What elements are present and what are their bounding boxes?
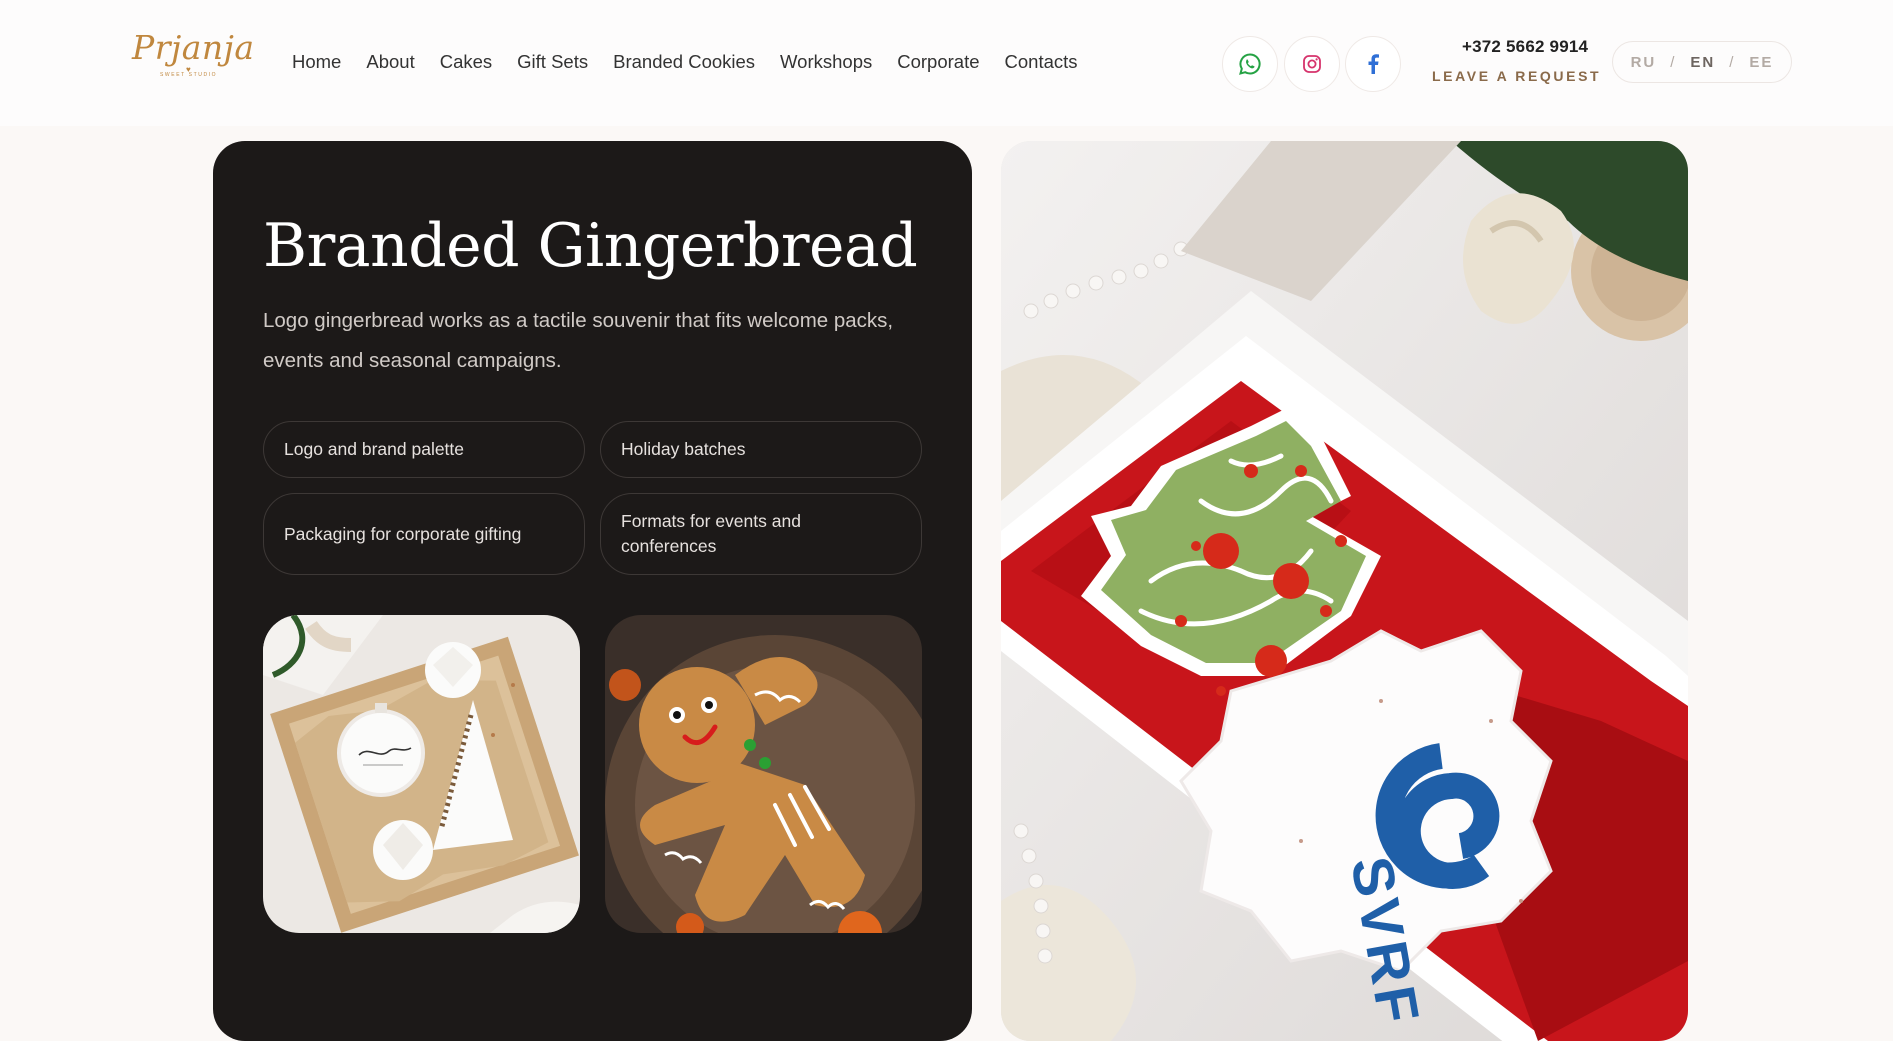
leave-request-link[interactable]: LEAVE A REQUEST: [1432, 68, 1601, 84]
feature-label: Packaging for corporate gifting: [284, 523, 522, 544]
main-nav: Home About Cakes Gift Sets Branded Cooki…: [292, 50, 1078, 74]
whatsapp-icon: [1239, 53, 1261, 75]
lang-separator: /: [1670, 53, 1677, 71]
logo-tagline: Sweet Studio: [160, 72, 218, 78]
lang-ru[interactable]: RU: [1631, 54, 1657, 71]
nav-cakes[interactable]: Cakes: [440, 50, 492, 74]
feature-pill: Packaging for corporate gifting: [263, 493, 585, 575]
info-card: Branded Gingerbread Logo gingerbread wor…: [213, 141, 972, 1041]
lang-ee[interactable]: EE: [1749, 54, 1773, 71]
nav-corporate[interactable]: Corporate: [897, 50, 979, 74]
whatsapp-button[interactable]: [1222, 36, 1278, 92]
gingerbread-man-photo: [605, 615, 922, 933]
nav-about[interactable]: About: [366, 50, 414, 74]
lang-separator: /: [1729, 53, 1736, 71]
logo-wordmark: Prjanja: [132, 28, 255, 67]
site-header: Prjanja ♥ Sweet Studio Home About Cakes …: [0, 0, 1893, 126]
nav-home[interactable]: Home: [292, 50, 341, 74]
facebook-icon: [1368, 54, 1379, 74]
feature-label: Logo and brand palette: [284, 439, 465, 459]
feature-pill: Logo and brand palette: [263, 421, 585, 478]
language-switcher: RU / EN / EE: [1612, 41, 1792, 83]
instagram-icon: [1303, 55, 1321, 73]
nav-gift-sets[interactable]: Gift Sets: [517, 50, 588, 74]
lang-en[interactable]: EN: [1690, 54, 1715, 71]
feature-label: Formats for events and conferences: [621, 511, 801, 556]
nav-contacts[interactable]: Contacts: [1005, 50, 1078, 74]
gift-box-photo: [263, 615, 580, 933]
feature-pill: Holiday batches: [600, 421, 922, 478]
nav-workshops[interactable]: Workshops: [780, 50, 872, 74]
page-description: Logo gingerbread works as a tactile souv…: [263, 309, 894, 372]
instagram-button[interactable]: [1284, 36, 1340, 92]
brand-logo[interactable]: Prjanja ♥ Sweet Studio: [132, 28, 254, 82]
phone-link[interactable]: +372 5662 9914: [1462, 37, 1588, 57]
page-title: Branded Gingerbread: [263, 211, 918, 281]
hero-photo: SVRF: [1001, 141, 1688, 1041]
facebook-button[interactable]: [1345, 36, 1401, 92]
feature-pill: Formats for events and conferences: [600, 493, 922, 575]
feature-label: Holiday batches: [621, 439, 746, 459]
nav-branded-cookies[interactable]: Branded Cookies: [613, 50, 755, 74]
